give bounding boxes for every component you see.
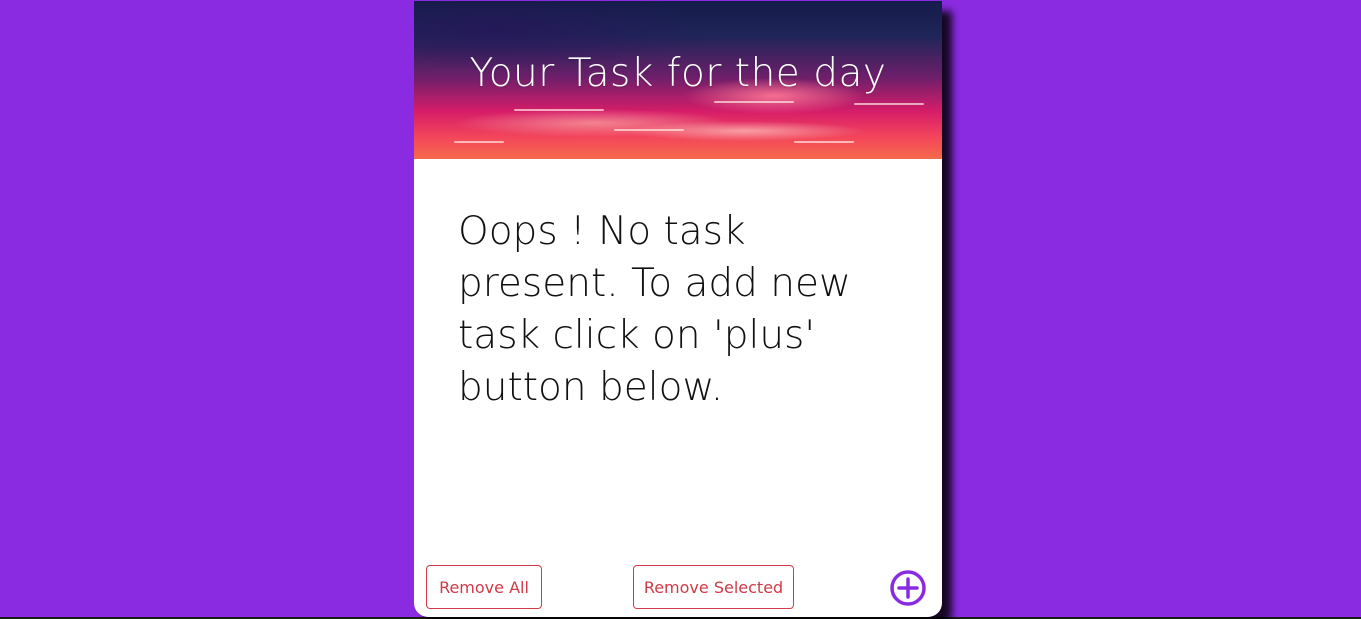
remove-selected-button[interactable]: Remove Selected (633, 565, 794, 609)
add-task-button[interactable] (889, 569, 927, 607)
plus-circle-icon (890, 570, 926, 606)
empty-state-message: Oops ! No task present. To add new task … (458, 209, 851, 410)
page-title: Your Task for the day (469, 51, 887, 96)
task-card: Your Task for the day Oops ! No task pre… (414, 1, 942, 617)
remove-all-button[interactable]: Remove All (426, 565, 542, 609)
card-header: Your Task for the day (414, 1, 942, 159)
